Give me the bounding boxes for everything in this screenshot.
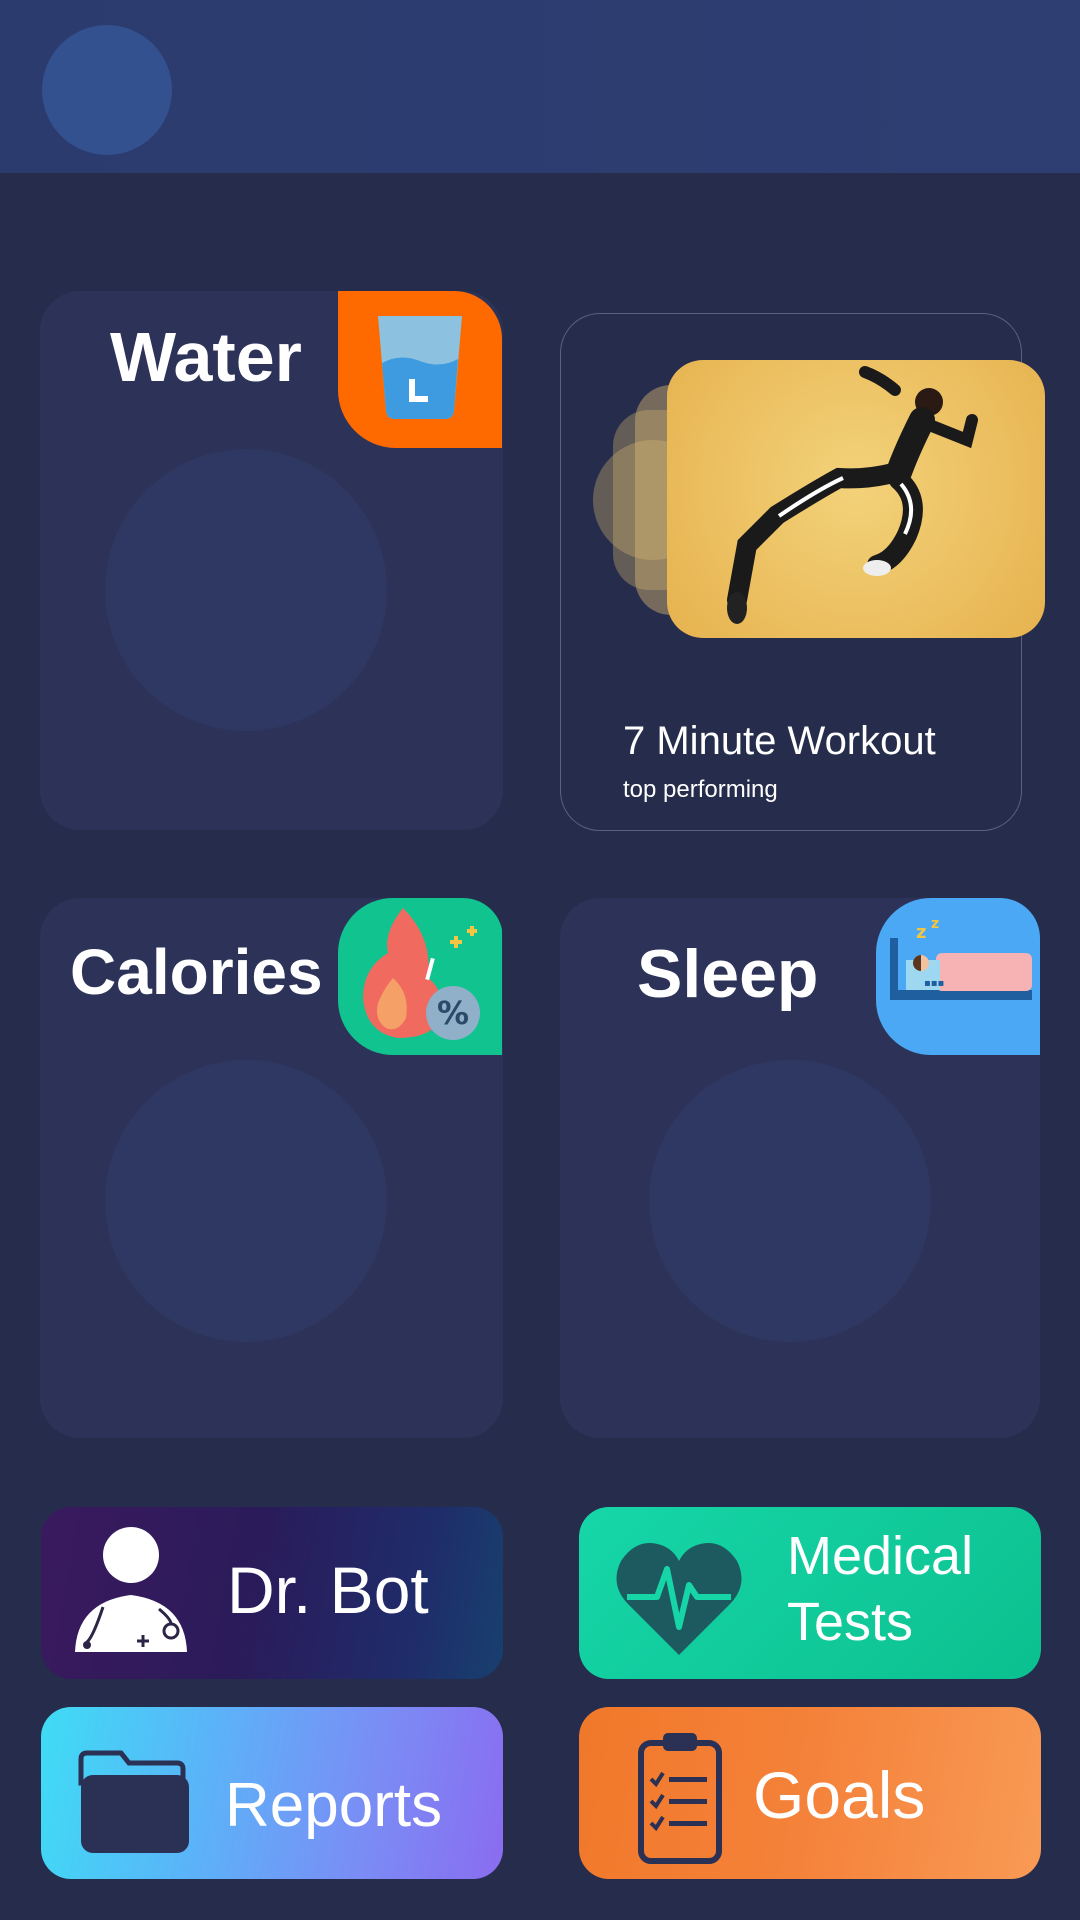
clipboard-checklist-icon	[638, 1733, 722, 1864]
svg-text:z: z	[916, 922, 926, 943]
fire-calories-icon: %	[363, 908, 480, 1040]
workout-subtitle: top performing	[623, 776, 778, 803]
calories-card[interactable]: Calories %	[40, 898, 503, 1438]
medical-tests-tile[interactable]: Medical Tests	[579, 1507, 1041, 1679]
water-progress-ring	[105, 449, 387, 731]
water-glass-icon	[378, 316, 462, 419]
calories-title: Calories	[70, 936, 323, 1008]
svg-text:z: z	[931, 916, 939, 932]
sleep-card[interactable]: Sleep z z ▪▪▪	[560, 898, 1040, 1438]
avatar[interactable]	[42, 25, 172, 155]
heartbeat-icon	[616, 1543, 742, 1655]
calories-badge: %	[338, 898, 502, 1055]
folder-icon	[78, 1750, 189, 1853]
calories-progress-ring	[105, 1060, 387, 1342]
water-title: Water	[110, 318, 302, 396]
medical-tests-label-line1: Medical	[787, 1526, 974, 1586]
reports-label: Reports	[225, 1771, 443, 1840]
water-badge	[338, 291, 502, 448]
workout-title: 7 Minute Workout	[623, 719, 936, 763]
sleep-title: Sleep	[637, 936, 819, 1012]
goals-tile[interactable]: Goals	[579, 1707, 1041, 1879]
medical-tests-label-line2: Tests	[787, 1592, 914, 1652]
reports-tile[interactable]: Reports	[41, 1707, 503, 1879]
top-bar	[0, 0, 1080, 173]
svg-text:%: %	[437, 994, 469, 1032]
dr-bot-label: Dr. Bot	[227, 1553, 429, 1627]
goals-label: Goals	[753, 1758, 926, 1832]
svg-text:▪▪▪: ▪▪▪	[924, 978, 944, 989]
sleep-badge: z z ▪▪▪	[876, 898, 1040, 1055]
sleep-progress-ring	[649, 1060, 931, 1342]
water-card[interactable]: Water	[40, 291, 503, 830]
bed-sleep-icon: z z ▪▪▪	[890, 916, 1032, 1000]
running-woman-photo[interactable]	[667, 360, 1045, 638]
doctor-icon	[75, 1527, 187, 1652]
dr-bot-tile[interactable]: Dr. Bot	[41, 1507, 503, 1679]
